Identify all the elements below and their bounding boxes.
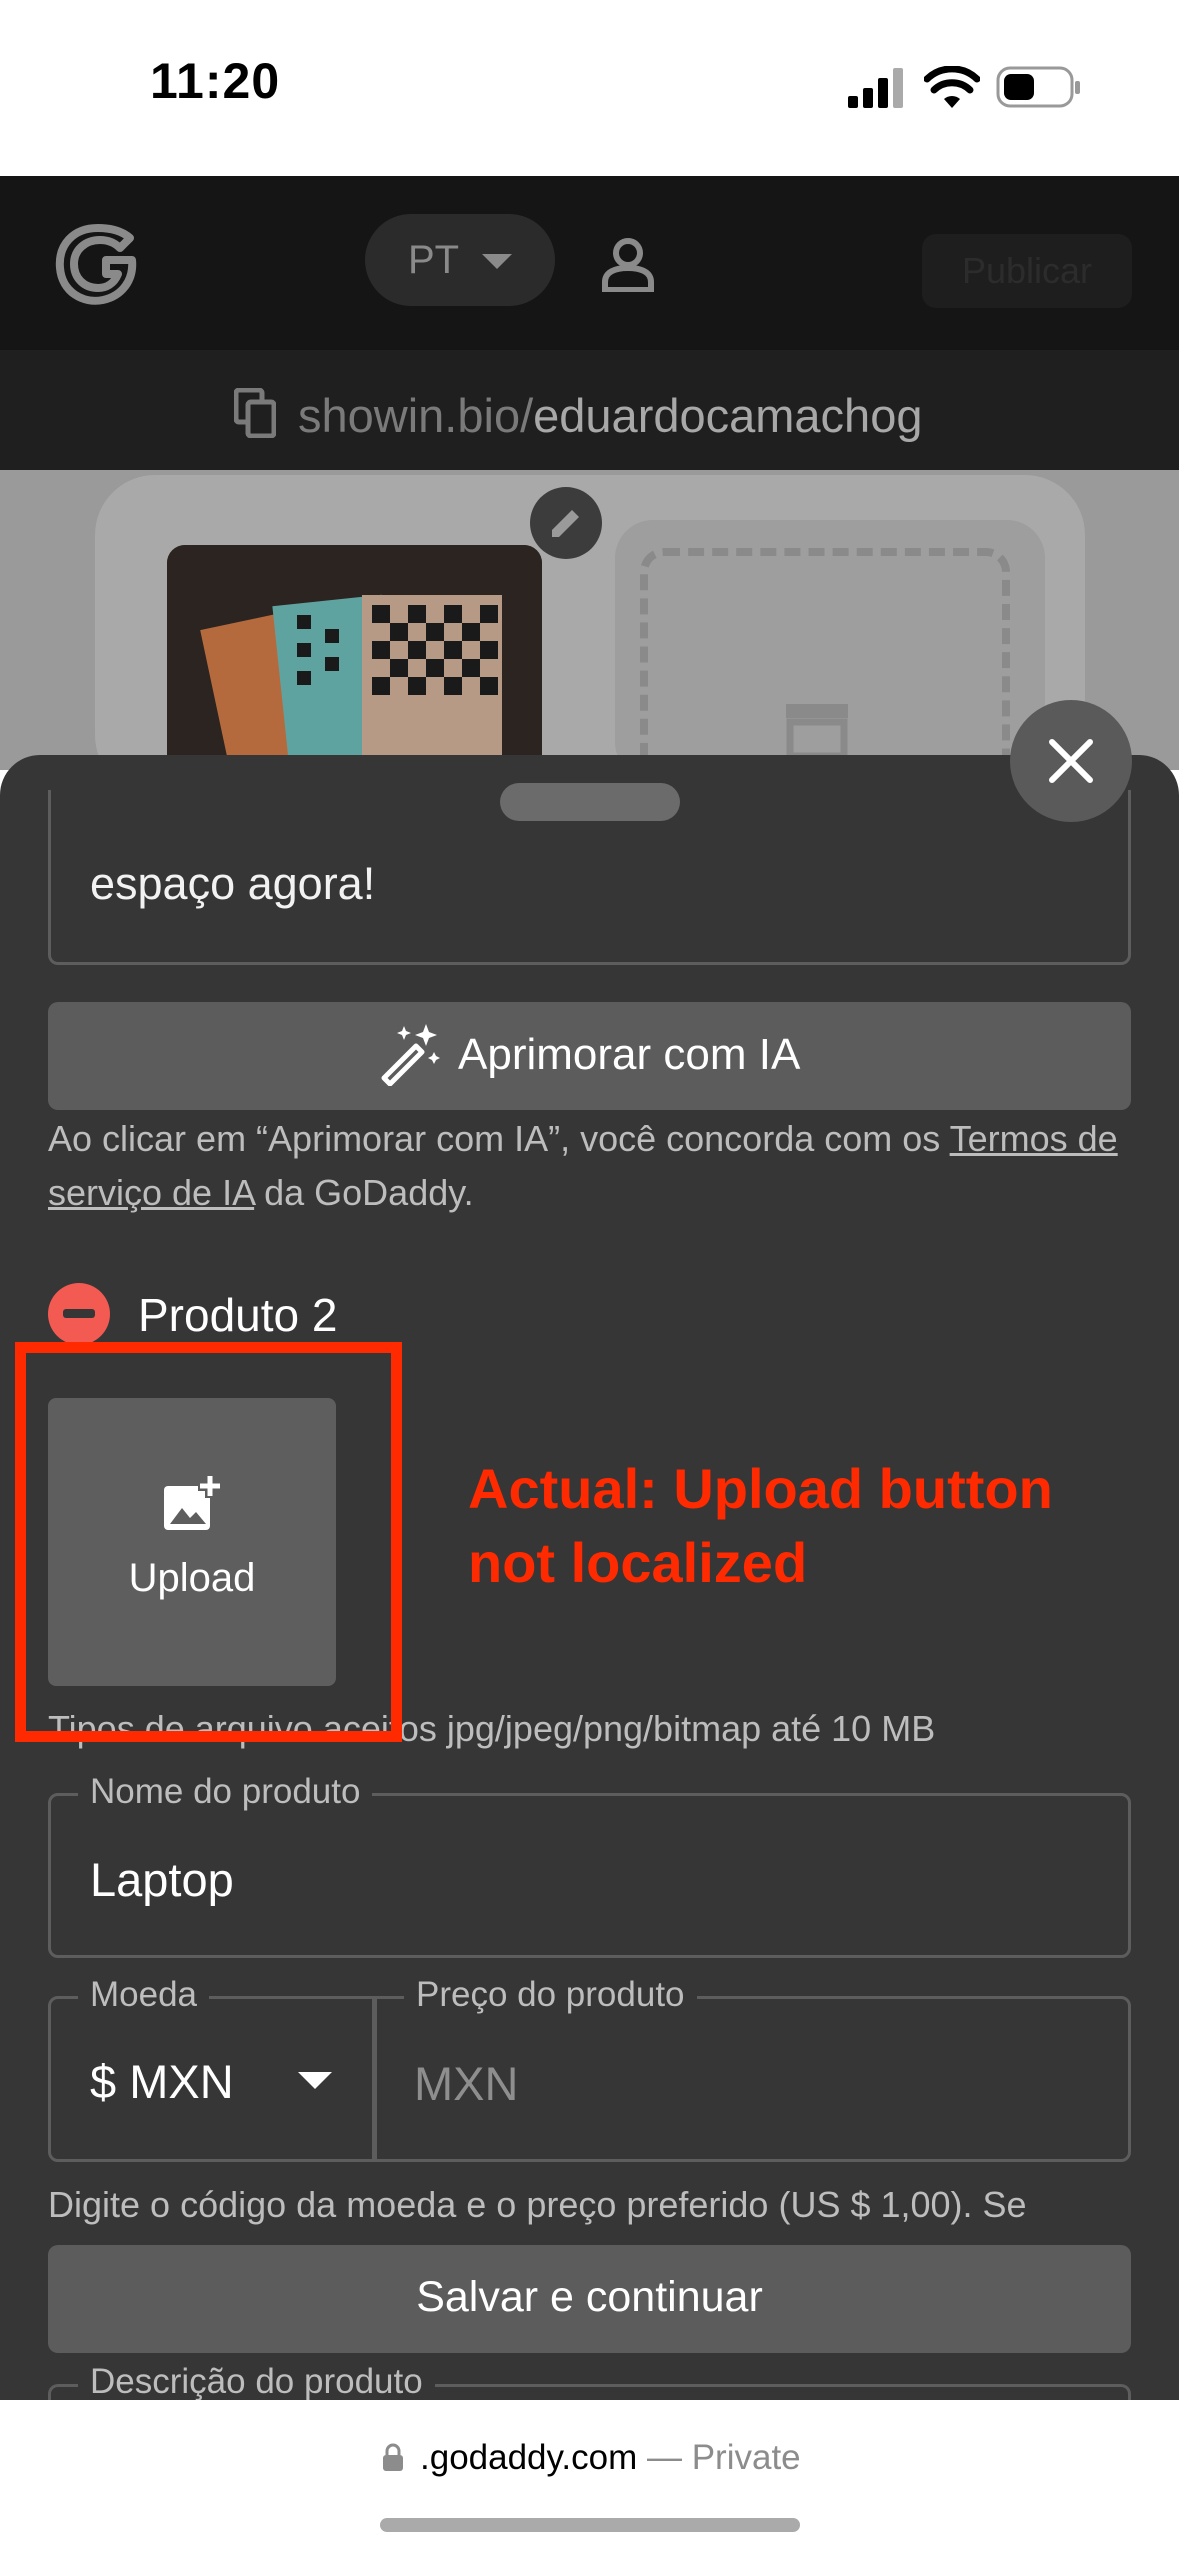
currency-value: $ MXN [90, 2055, 234, 2108]
battery-icon [996, 66, 1080, 108]
cellular-signal-icon [848, 68, 903, 108]
chevron-down-icon [482, 254, 512, 269]
product-price-label: Preço do produto [404, 1975, 697, 2015]
product-description-label: Descrição do produto [78, 2362, 435, 2402]
copy-icon[interactable] [234, 388, 276, 438]
product-heading: Produto 2 [138, 1289, 338, 1341]
product-image [167, 545, 542, 785]
browser-address-bar[interactable] [0, 2400, 1179, 2556]
account-icon[interactable] [600, 236, 656, 292]
product-price-placeholder: MXN [414, 2057, 519, 2110]
home-indicator[interactable] [380, 2518, 800, 2532]
language-selector[interactable] [365, 214, 555, 306]
product-thumbnail[interactable] [167, 545, 542, 785]
currency-label: Moeda [78, 1975, 210, 2015]
ai-disclaimer: Ao clicar em “Aprimorar com IA”, você co… [48, 1118, 1118, 1213]
godaddy-logo-icon[interactable] [48, 220, 148, 310]
annotation-highlight-box [15, 1342, 402, 1742]
enhance-with-ai-label: Aprimorar com IA [458, 1030, 801, 1079]
wifi-icon [924, 66, 980, 108]
description-text: espaço agora! [90, 858, 376, 909]
magic-wand-icon [381, 1024, 440, 1086]
close-icon [1049, 739, 1093, 783]
price-hint: Digite o código da moeda e o preço prefe… [48, 2184, 1027, 2225]
pencil-icon [552, 510, 579, 537]
save-and-continue-label: Salvar e continuar [416, 2273, 763, 2321]
product-name-value: Laptop [90, 1853, 234, 1906]
product-name-label: Nome do produto [78, 1772, 373, 1812]
language-label: PT [408, 238, 460, 282]
minus-icon [63, 1309, 95, 1318]
profile-url[interactable]: showin.bio/eduardocamachog [298, 388, 922, 443]
browser-domain: .godaddy.com — Private [420, 2438, 801, 2477]
store-icon [786, 704, 848, 756]
publish-button[interactable]: Publicar [922, 234, 1132, 308]
dropdown-caret-icon [298, 2072, 332, 2089]
status-time: 11:20 [150, 53, 281, 109]
annotation-text: Actual: Upload button not localized [468, 1457, 1053, 1594]
lock-icon [383, 2443, 403, 2471]
